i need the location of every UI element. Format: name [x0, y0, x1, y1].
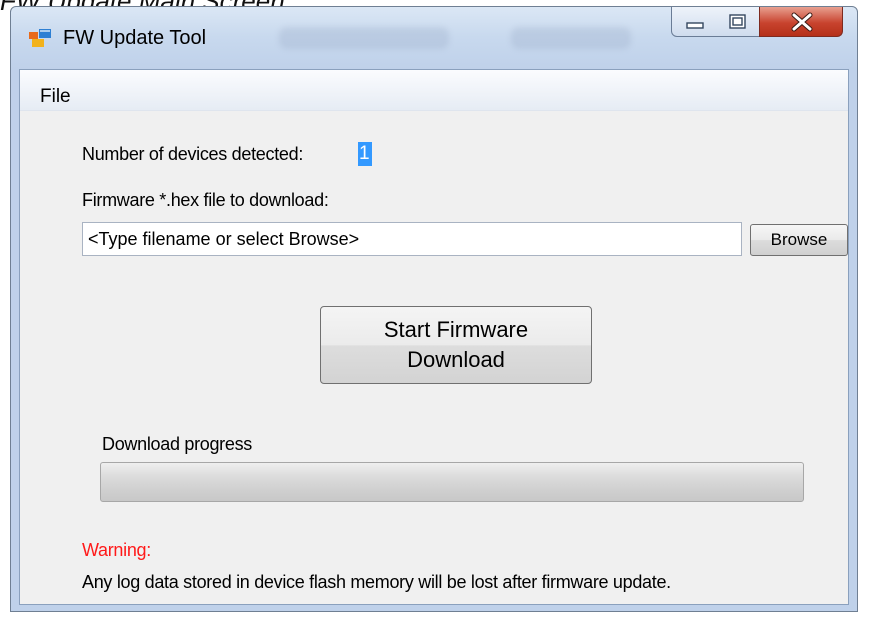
- devices-detected-count[interactable]: 1: [358, 142, 372, 166]
- start-firmware-download-button[interactable]: Start Firmware Download: [320, 306, 592, 384]
- minimize-button[interactable]: [671, 7, 717, 37]
- browse-button[interactable]: Browse: [750, 224, 848, 256]
- background-blur: [279, 27, 449, 49]
- firmware-file-input[interactable]: [82, 222, 742, 256]
- menu-bar: File: [20, 70, 848, 111]
- warning-title: Warning:: [82, 540, 151, 560]
- maximize-button[interactable]: [716, 7, 760, 37]
- form-client-area: File Number of devices detected: 1 Firmw…: [19, 69, 849, 605]
- window-title: FW Update Tool: [63, 27, 207, 49]
- minimize-icon: [686, 22, 704, 29]
- menu-file[interactable]: File: [40, 86, 71, 108]
- devices-detected-label: Number of devices detected:: [82, 144, 304, 164]
- close-icon: [791, 12, 813, 32]
- app-window: FW Update Tool File Number of devices de…: [10, 6, 858, 612]
- warning-message: Any log data stored in device flash memo…: [82, 572, 671, 592]
- start-button-line2: Download: [407, 347, 505, 372]
- maximize-icon: [729, 14, 746, 29]
- background-blur: [511, 27, 631, 49]
- title-bar[interactable]: FW Update Tool: [11, 7, 857, 69]
- download-progress-label: Download progress: [102, 434, 252, 454]
- close-button[interactable]: [759, 7, 843, 37]
- firmware-file-label: Firmware *.hex file to download:: [82, 190, 329, 210]
- app-window-icon: [29, 29, 51, 47]
- download-progress-bar: [100, 462, 804, 502]
- start-button-line1: Start Firmware: [383, 317, 529, 342]
